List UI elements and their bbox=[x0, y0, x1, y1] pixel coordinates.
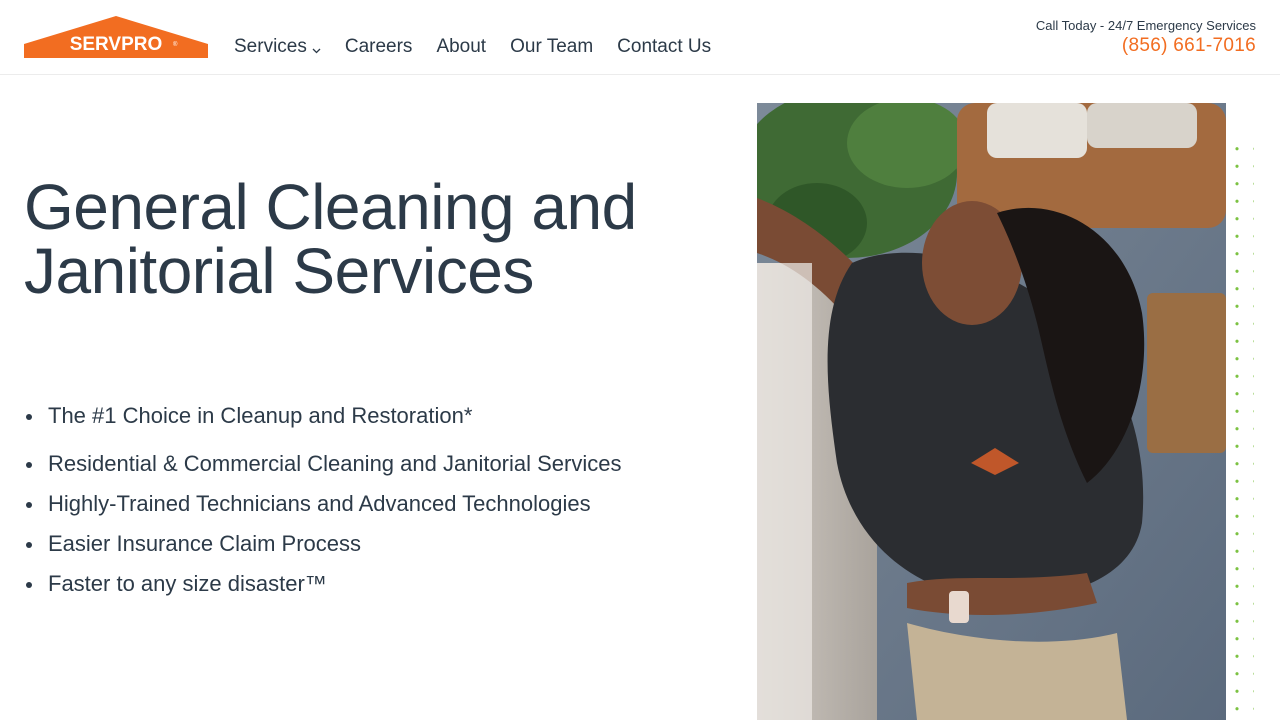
page-title: General Cleaning and Janitorial Services bbox=[24, 171, 637, 307]
nav-about-label: About bbox=[436, 36, 487, 57]
nav-contact-us[interactable]: Contact Us bbox=[617, 36, 711, 58]
decorative-dots bbox=[1228, 140, 1254, 720]
svg-text:®: ® bbox=[173, 41, 178, 48]
feature-list: The #1 Choice in Cleanup and Restoration… bbox=[24, 400, 624, 608]
logo-wordmark: SERVPRO bbox=[70, 34, 163, 55]
servpro-logo[interactable]: SERVPRO ® bbox=[24, 16, 208, 58]
list-item: The #1 Choice in Cleanup and Restoration… bbox=[24, 400, 624, 432]
nav-our-team-label: Our Team bbox=[510, 36, 594, 57]
servpro-logo-icon: SERVPRO ® bbox=[24, 16, 208, 58]
phone-link[interactable]: (856) 661-7016 bbox=[1036, 35, 1256, 57]
chevron-down-icon bbox=[312, 38, 321, 60]
nav-careers-label: Careers bbox=[344, 36, 413, 57]
call-label: Call Today - 24/7 Emergency Services bbox=[1035, 18, 1256, 33]
hero-photo bbox=[757, 103, 1226, 720]
nav-careers[interactable]: Careers bbox=[345, 36, 413, 58]
list-item: Easier Insurance Claim Process bbox=[24, 528, 624, 560]
technician-cleaning-photo-icon bbox=[757, 103, 1226, 720]
list-item: Highly-Trained Technicians and Advanced … bbox=[24, 488, 624, 520]
site-header: SERVPRO ® Services Careers About Our Tea… bbox=[0, 0, 1280, 75]
nav-services-label: Services bbox=[234, 36, 307, 57]
nav-our-team[interactable]: Our Team bbox=[510, 36, 593, 58]
list-item: Residential & Commercial Cleaning and Ja… bbox=[24, 448, 624, 480]
list-item: Faster to any size disaster™ bbox=[24, 568, 624, 600]
nav-about[interactable]: About bbox=[436, 36, 486, 58]
call-block: Call Today - 24/7 Emergency Services (85… bbox=[1036, 18, 1256, 57]
nav-services[interactable]: Services bbox=[234, 34, 321, 60]
nav-contact-us-label: Contact Us bbox=[617, 36, 712, 57]
main-nav: Services Careers About Our Team Contact … bbox=[234, 34, 735, 60]
